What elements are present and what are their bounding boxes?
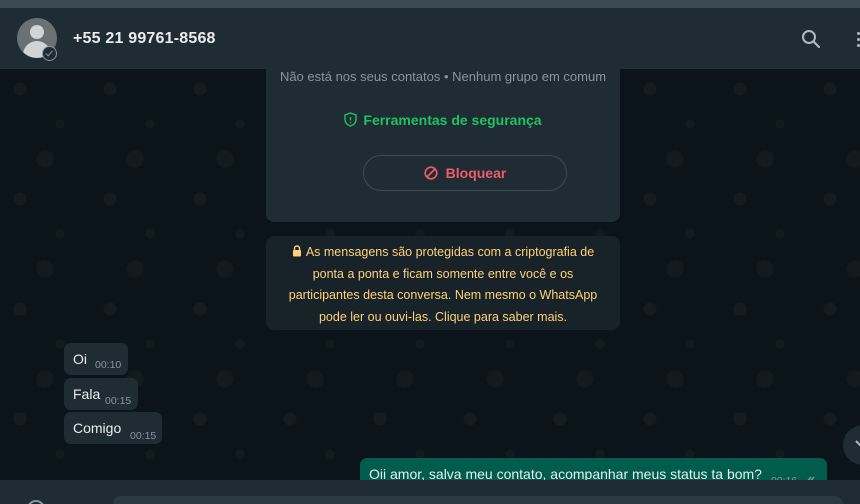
safety-tools-label: Ferramentas de segurança — [363, 112, 542, 128]
chat-header[interactable]: +55 21 99761-8568 — [0, 8, 860, 69]
incoming-message[interactable]: Comigo 00:15 — [64, 412, 162, 444]
shield-icon — [344, 112, 358, 127]
message-time: 00:10 — [95, 359, 122, 371]
chevron-down-icon — [855, 440, 860, 447]
avatar-status-badge — [42, 46, 57, 61]
whatsapp-chat-window: +55 21 99761-8568 Não está nos seus cont… — [0, 0, 860, 504]
incoming-message[interactable]: Fala 00:15 — [64, 378, 138, 410]
message-time: 00:15 — [105, 395, 132, 407]
not-in-contacts-text: Não está nos seus contatos • Nenhum grup… — [279, 69, 607, 84]
contact-info-card: Não está nos seus contatos • Nenhum grup… — [266, 69, 620, 222]
composer-bar — [0, 480, 860, 504]
message-input[interactable] — [113, 496, 843, 504]
avatar-head-shape — [30, 25, 44, 39]
message-time: 00:15 — [130, 430, 157, 442]
block-button[interactable]: Bloquear — [363, 155, 567, 191]
message-text: Oi — [73, 351, 87, 367]
encryption-notice[interactable]: As mensagens são protegidas com a cripto… — [266, 236, 620, 330]
encryption-notice-text: As mensagens são protegidas com a cripto… — [288, 245, 598, 324]
menu-icon[interactable] — [852, 30, 860, 50]
emoji-icon[interactable] — [27, 500, 45, 504]
message-text: Fala — [73, 386, 101, 402]
incoming-message[interactable]: Oi 00:10 — [64, 343, 128, 375]
block-label: Bloquear — [445, 165, 507, 181]
window-top-strip — [0, 0, 860, 8]
contact-name[interactable]: +55 21 99761-8568 — [73, 30, 216, 48]
block-icon — [424, 166, 438, 180]
message-text: Comigo — [73, 420, 122, 436]
safety-tools-link[interactable]: Ferramentas de segurança — [266, 112, 620, 128]
lock-icon — [292, 245, 301, 257]
search-icon[interactable] — [801, 29, 821, 49]
